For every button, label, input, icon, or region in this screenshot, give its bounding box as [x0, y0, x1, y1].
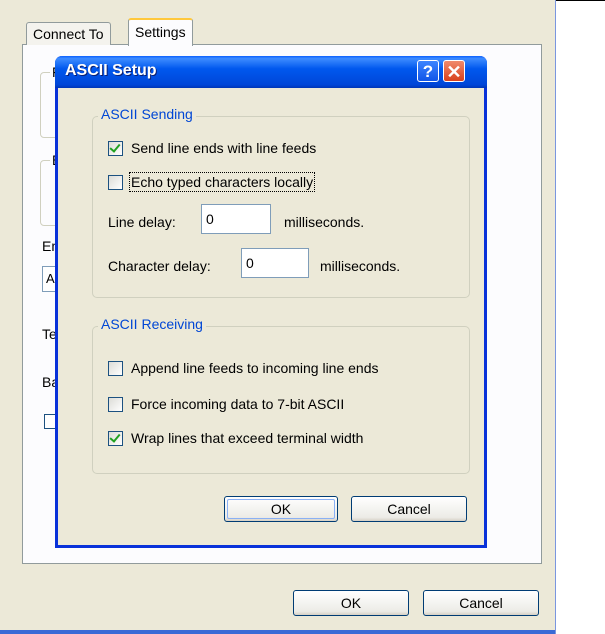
force-7bit-option[interactable]: Force incoming data to 7-bit ASCII [108, 396, 344, 412]
close-icon: ✕ [446, 62, 462, 82]
echo-typed-checkbox[interactable] [108, 174, 123, 190]
character-delay-input[interactable]: 0 [241, 248, 309, 278]
append-line-feeds-label: Append line feeds to incoming line ends [131, 360, 379, 376]
echo-typed-label: Echo typed characters locally [128, 172, 316, 192]
cancel-button[interactable]: Cancel [351, 496, 467, 522]
close-button[interactable]: ✕ [443, 60, 465, 82]
parent-cancel-button[interactable]: Cancel [423, 590, 539, 616]
tab-settings[interactable]: Settings [128, 18, 193, 46]
tab-connect-to[interactable]: Connect To [26, 22, 111, 45]
send-line-ends-checkbox[interactable] [108, 140, 123, 156]
send-line-ends-option[interactable]: Send line ends with line feeds [108, 140, 316, 156]
ok-button[interactable]: OK [224, 496, 338, 522]
help-button[interactable]: ? [417, 60, 439, 82]
parent-ok-button[interactable]: OK [293, 590, 409, 616]
wrap-lines-checkbox[interactable] [108, 430, 123, 446]
wrap-lines-label: Wrap lines that exceed terminal width [131, 430, 364, 446]
force-7bit-checkbox[interactable] [108, 396, 123, 412]
send-line-ends-label: Send line ends with line feeds [131, 140, 317, 156]
dialog-title-bar[interactable]: ASCII Setup ? ✕ [55, 56, 487, 88]
append-line-feeds-checkbox[interactable] [108, 360, 123, 376]
ascii-sending-legend: ASCII Sending [98, 106, 196, 122]
character-delay-unit: milliseconds. [320, 258, 401, 274]
line-delay-value: 0 [206, 211, 214, 227]
dialog-title: ASCII Setup [65, 62, 157, 79]
ascii-receiving-legend: ASCII Receiving [98, 316, 206, 332]
help-icon: ? [422, 62, 434, 81]
wrap-lines-option[interactable]: Wrap lines that exceed terminal width [108, 430, 363, 446]
window-bottom-edge [0, 630, 555, 634]
echo-typed-option[interactable]: Echo typed characters locally [108, 172, 316, 192]
line-delay-input[interactable]: 0 [201, 204, 271, 234]
force-7bit-label: Force incoming data to 7-bit ASCII [131, 396, 345, 412]
character-delay-label: Character delay: [108, 258, 211, 274]
line-delay-label: Line delay: [108, 214, 176, 230]
line-delay-unit: milliseconds. [284, 214, 365, 230]
ok-button-label: OK [270, 501, 292, 517]
ascii-setup-dialog: ASCII Setup ? ✕ ASCII Sending Send line … [55, 56, 487, 548]
character-delay-value: 0 [246, 255, 254, 271]
append-line-feeds-option[interactable]: Append line feeds to incoming line ends [108, 360, 379, 376]
